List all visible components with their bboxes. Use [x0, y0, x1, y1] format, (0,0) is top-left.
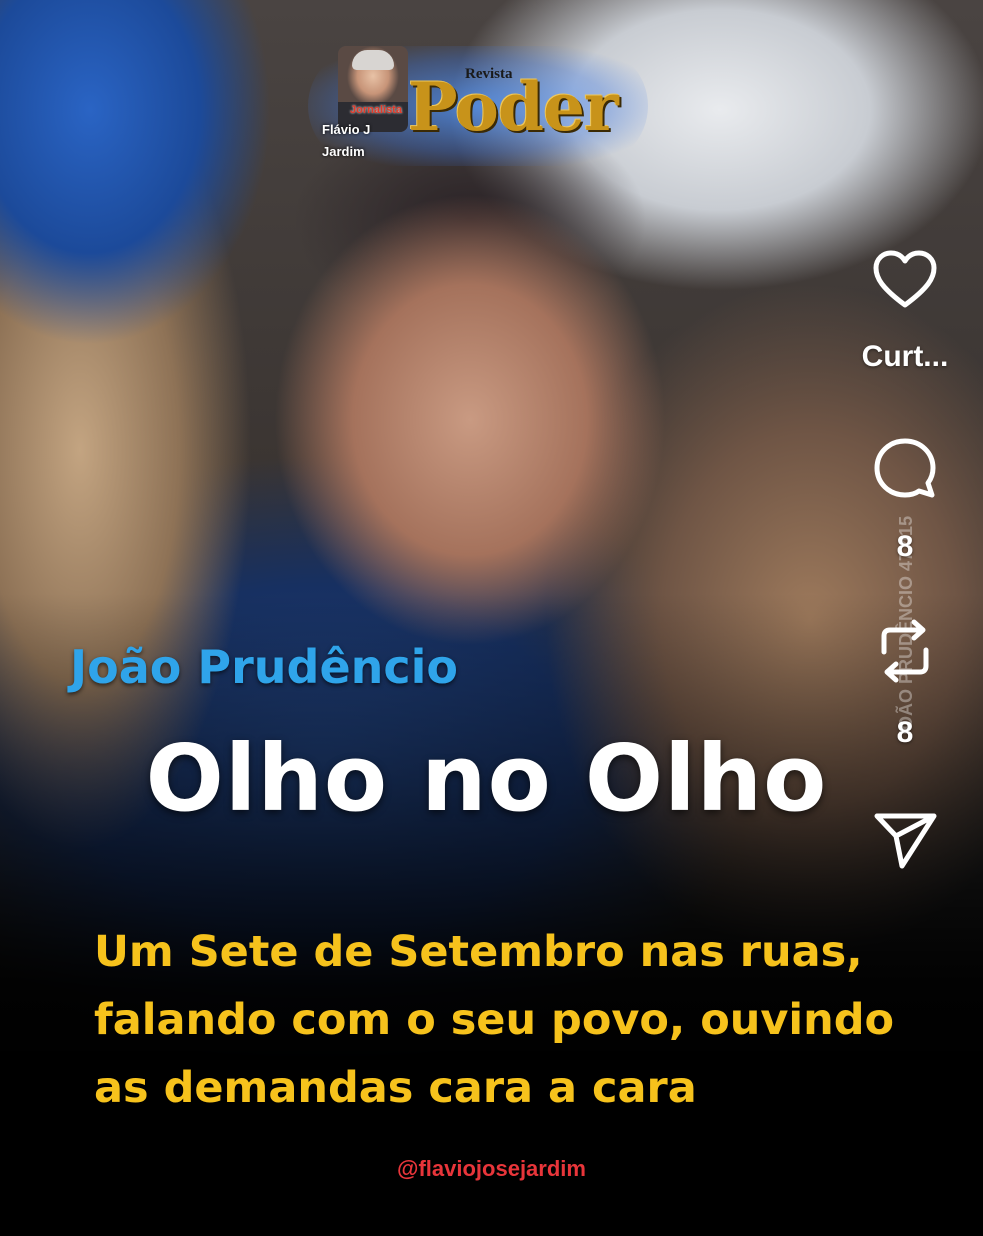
logo-person-line2: Jardim	[322, 144, 365, 159]
headline: Olho no Olho	[145, 725, 828, 832]
logo-brand: Poder	[408, 68, 619, 146]
author-handle: @flaviojosejardim	[397, 1156, 586, 1181]
post-image: Jornalista Flávio J Jardim Poder Revista…	[0, 0, 983, 1236]
like-button[interactable]	[860, 250, 950, 310]
comment-button[interactable]	[860, 436, 950, 502]
repost-icon	[881, 619, 929, 683]
revista-poder-logo: Jornalista Flávio J Jardim Poder Revista	[300, 40, 660, 170]
logo-tag: Jornalista	[350, 104, 402, 116]
heart-icon	[873, 250, 937, 308]
comments-count: 8	[896, 530, 914, 563]
repost-button[interactable]	[860, 618, 950, 684]
subject-name: João Prudêncio	[70, 640, 459, 694]
body-text: Um Sete de Setembro nas ruas, falando co…	[94, 927, 895, 1113]
like-label: Curt...	[861, 340, 949, 373]
comment-icon	[874, 438, 936, 498]
logo-person-line1: Flávio J	[322, 122, 371, 137]
journalist-photo	[338, 46, 408, 132]
logo-revista: Revista	[465, 66, 513, 82]
